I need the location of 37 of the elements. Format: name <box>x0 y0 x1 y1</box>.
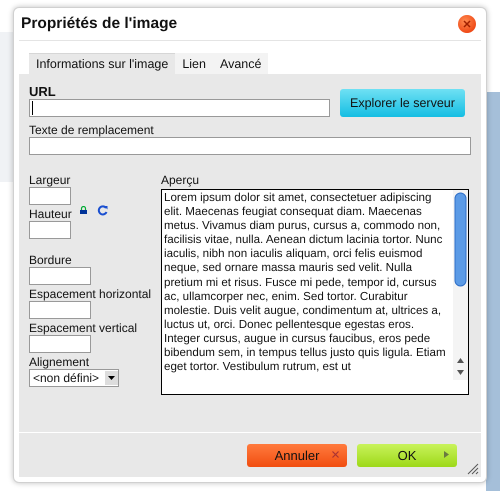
browse-server-button[interactable]: Explorer le serveur <box>340 89 465 117</box>
close-icon <box>463 20 471 28</box>
scrollbar[interactable] <box>453 190 468 380</box>
cancel-button[interactable]: Annuler <box>247 444 347 466</box>
ok-button[interactable]: OK <box>357 444 457 466</box>
field-label: Espacement vertical <box>29 321 138 335</box>
tab[interactable]: Informations sur l'image <box>29 53 176 74</box>
close-icon <box>332 450 339 458</box>
alignment-dropdown[interactable]: <non défini> <box>29 369 119 387</box>
alt-text-field[interactable] <box>29 137 471 155</box>
field-label: Hauteur <box>29 207 72 221</box>
alt-text-label: Texte de remplacement <box>29 123 155 137</box>
spacing-field[interactable] <box>29 335 91 353</box>
lock-icon[interactable] <box>80 206 87 214</box>
scroll-up-icon[interactable] <box>457 358 464 363</box>
dimension-field[interactable] <box>29 221 71 239</box>
scroll-down-icon[interactable] <box>457 370 464 375</box>
field-label: Bordure <box>29 253 73 267</box>
spacing-field[interactable] <box>29 267 91 285</box>
resize-grip-icon[interactable] <box>467 463 479 475</box>
dialog-title: Propriétés de l'image <box>21 15 178 33</box>
spacing-field[interactable] <box>29 301 91 319</box>
field-label: Alignement <box>29 355 90 369</box>
field-label: Espacement horizontal <box>29 287 152 301</box>
refresh-icon[interactable] <box>96 204 108 216</box>
field-label: Largeur <box>29 173 72 187</box>
url-field[interactable] <box>29 99 330 117</box>
close-button[interactable] <box>458 15 476 33</box>
scroll-thumb[interactable] <box>454 192 466 286</box>
tab[interactable]: Avancé <box>212 53 268 74</box>
preview-text: Lorem ipsum dolor sit amet, consectetuer adipiscing elit. Maecenas feugiat consequat diam. Maecenas metus. Vivamus diam purus, cursus a, commodo non, facilisis vitae, nulla. Aenean dictum lacinia tortor. Nunc iaculis, nibh non iaculis aliquam, orci felis euismod neque, sed ornare massa mauris sed velit. Nulla pretium mi et risus. Fusce mi pede, tempor id, cursus ac, ullamcorper nec, enim. Sed tortor. Curabitur molestie. Duis velit augue, condimentum at, ultrices a, luctus ut, orci. Donec pellentesque egestas eros. Integer cursus, augue in cursus faucibus, eros pede bibendum sem, in tempus tellus justo quis ligula. Etiam eget tortor. Vestibulum rutrum, est ut <box>163 190 447 376</box>
dropdown-arrow-icon <box>108 376 115 380</box>
url-label: URL <box>29 84 57 99</box>
tab[interactable]: Lien <box>175 53 213 74</box>
play-arrow-icon <box>444 450 449 458</box>
preview-label: Aperçu <box>161 173 200 187</box>
dimension-field[interactable] <box>29 187 71 205</box>
